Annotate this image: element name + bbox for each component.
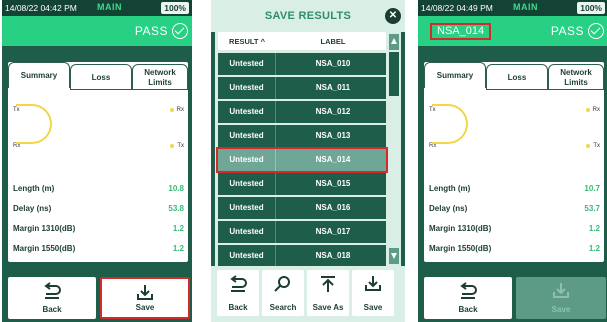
- tab-summary[interactable]: Summary: [424, 62, 486, 88]
- save-button[interactable]: Save: [352, 270, 394, 316]
- status-time: 14/08/22 04:42 PM: [5, 3, 77, 13]
- result-header: NSA_014 PASS: [418, 16, 607, 46]
- table-header: RESULT ^ LABEL: [218, 32, 386, 50]
- table-row[interactable]: Untested NSA_016: [218, 197, 386, 219]
- table-row[interactable]: Untested NSA_013: [218, 125, 386, 147]
- scroll-thumb[interactable]: [389, 52, 399, 96]
- table-row[interactable]: Untested NSA_010: [218, 53, 386, 75]
- port-dot-icon: [586, 144, 590, 148]
- download-icon: [553, 283, 569, 298]
- measurement-row: Length (m) 10.7: [429, 184, 600, 193]
- status-bar: 14/08/22 04:49 PM MAIN 100%: [418, 0, 607, 16]
- tab-summary[interactable]: Summary: [8, 62, 70, 88]
- triangle-up-icon: [391, 38, 397, 44]
- measurement-row: Margin 1550(dB) 1.2: [13, 244, 184, 253]
- save-button-disabled: Save: [516, 277, 606, 319]
- scrollbar[interactable]: [388, 34, 400, 264]
- tab-network-limits[interactable]: Network Limits: [132, 64, 188, 90]
- pass-label: PASS: [550, 24, 584, 38]
- port-dot-icon: [170, 108, 174, 112]
- port-tx-right: Tx: [593, 143, 600, 149]
- back-arrow-icon: [44, 282, 61, 299]
- result-screen-before-save: 14/08/22 04:42 PM MAIN 100% PASS Summary…: [2, 0, 192, 322]
- column-label[interactable]: LABEL: [280, 37, 386, 46]
- tab-bar: Summary Loss Network Limits: [424, 62, 604, 90]
- sort-ascending-icon: ^: [260, 37, 265, 46]
- port-dot-icon: [170, 144, 174, 148]
- triangle-down-icon: [391, 253, 397, 259]
- results-card: Summary Loss Network Limits Tx Rx Rx Tx L…: [424, 62, 604, 262]
- check-circle-icon: [172, 23, 188, 39]
- save-as-button[interactable]: Save As: [307, 270, 349, 316]
- status-time: 14/08/22 04:49 PM: [421, 3, 493, 13]
- download-icon: [365, 276, 381, 291]
- battery-badge: 100%: [577, 2, 605, 14]
- measurement-row: Margin 1310(dB) 1.2: [13, 224, 184, 233]
- download-icon: [137, 285, 153, 300]
- port-rx-right: Rx: [176, 107, 184, 113]
- check-circle-icon: [588, 23, 604, 39]
- measurement-row: Margin 1550(dB) 1.2: [429, 244, 600, 253]
- tab-loss[interactable]: Loss: [70, 64, 132, 90]
- measurement-row: Delay (ns) 53.7: [429, 204, 600, 213]
- back-arrow-icon: [460, 282, 477, 299]
- pass-indicator: PASS: [544, 23, 604, 41]
- saved-label: NSA_014: [430, 23, 492, 40]
- port-tx-right: Tx: [177, 143, 184, 149]
- measurement-row: Delay (ns) 53.8: [13, 204, 184, 213]
- search-icon: [274, 276, 290, 292]
- results-table: RESULT ^ LABEL Untested NSA_010 Untested N…: [215, 32, 401, 267]
- status-bar: 14/08/22 04:42 PM MAIN 100%: [2, 0, 192, 16]
- close-icon[interactable]: ✕: [385, 8, 401, 24]
- table-row[interactable]: Untested NSA_015: [218, 173, 386, 195]
- fiber-loop-diagram: [432, 104, 468, 144]
- table-row[interactable]: Untested NSA_011: [218, 77, 386, 99]
- tab-loss[interactable]: Loss: [486, 64, 548, 90]
- back-button[interactable]: Back: [424, 277, 512, 319]
- dialog-button-bar: Back Search Save As Save: [211, 266, 405, 322]
- back-arrow-icon: [230, 275, 247, 292]
- table-row[interactable]: Untested NSA_012: [218, 101, 386, 123]
- save-button[interactable]: Save: [100, 277, 190, 319]
- results-card: Summary Loss Network Limits Tx Rx Rx Tx L…: [8, 62, 188, 262]
- measurement-row: Length (m) 10.8: [13, 184, 184, 193]
- tab-bar: Summary Loss Network Limits: [8, 62, 188, 90]
- column-result[interactable]: RESULT ^: [218, 37, 276, 46]
- status-mode: MAIN: [513, 2, 538, 12]
- battery-badge: 100%: [161, 2, 189, 14]
- table-row-selected[interactable]: Untested NSA_014: [216, 147, 388, 173]
- result-header: PASS: [2, 16, 192, 46]
- pass-indicator: PASS: [128, 23, 188, 41]
- upload-icon: [321, 276, 335, 292]
- port-rx-right: Rx: [592, 107, 600, 113]
- status-mode: MAIN: [97, 2, 122, 12]
- tab-network-limits[interactable]: Network Limits: [548, 64, 604, 90]
- table-row[interactable]: Untested NSA_017: [218, 221, 386, 243]
- table-row[interactable]: Untested NSA_018: [218, 245, 386, 267]
- save-results-dialog: SAVE RESULTS ✕ RESULT ^ LABEL Untested NS…: [211, 0, 405, 322]
- back-button[interactable]: Back: [217, 270, 259, 316]
- dialog-title: SAVE RESULTS: [211, 0, 405, 32]
- search-button[interactable]: Search: [262, 270, 304, 316]
- fiber-loop-diagram: [16, 104, 52, 144]
- measurement-row: Margin 1310(dB) 1.2: [429, 224, 600, 233]
- back-button[interactable]: Back: [8, 277, 96, 319]
- port-dot-icon: [586, 108, 590, 112]
- scroll-down-button[interactable]: [389, 248, 399, 264]
- pass-label: PASS: [134, 24, 168, 38]
- scroll-up-button[interactable]: [389, 34, 399, 50]
- result-screen-after-save: 14/08/22 04:49 PM MAIN 100% NSA_014 PASS…: [418, 0, 607, 322]
